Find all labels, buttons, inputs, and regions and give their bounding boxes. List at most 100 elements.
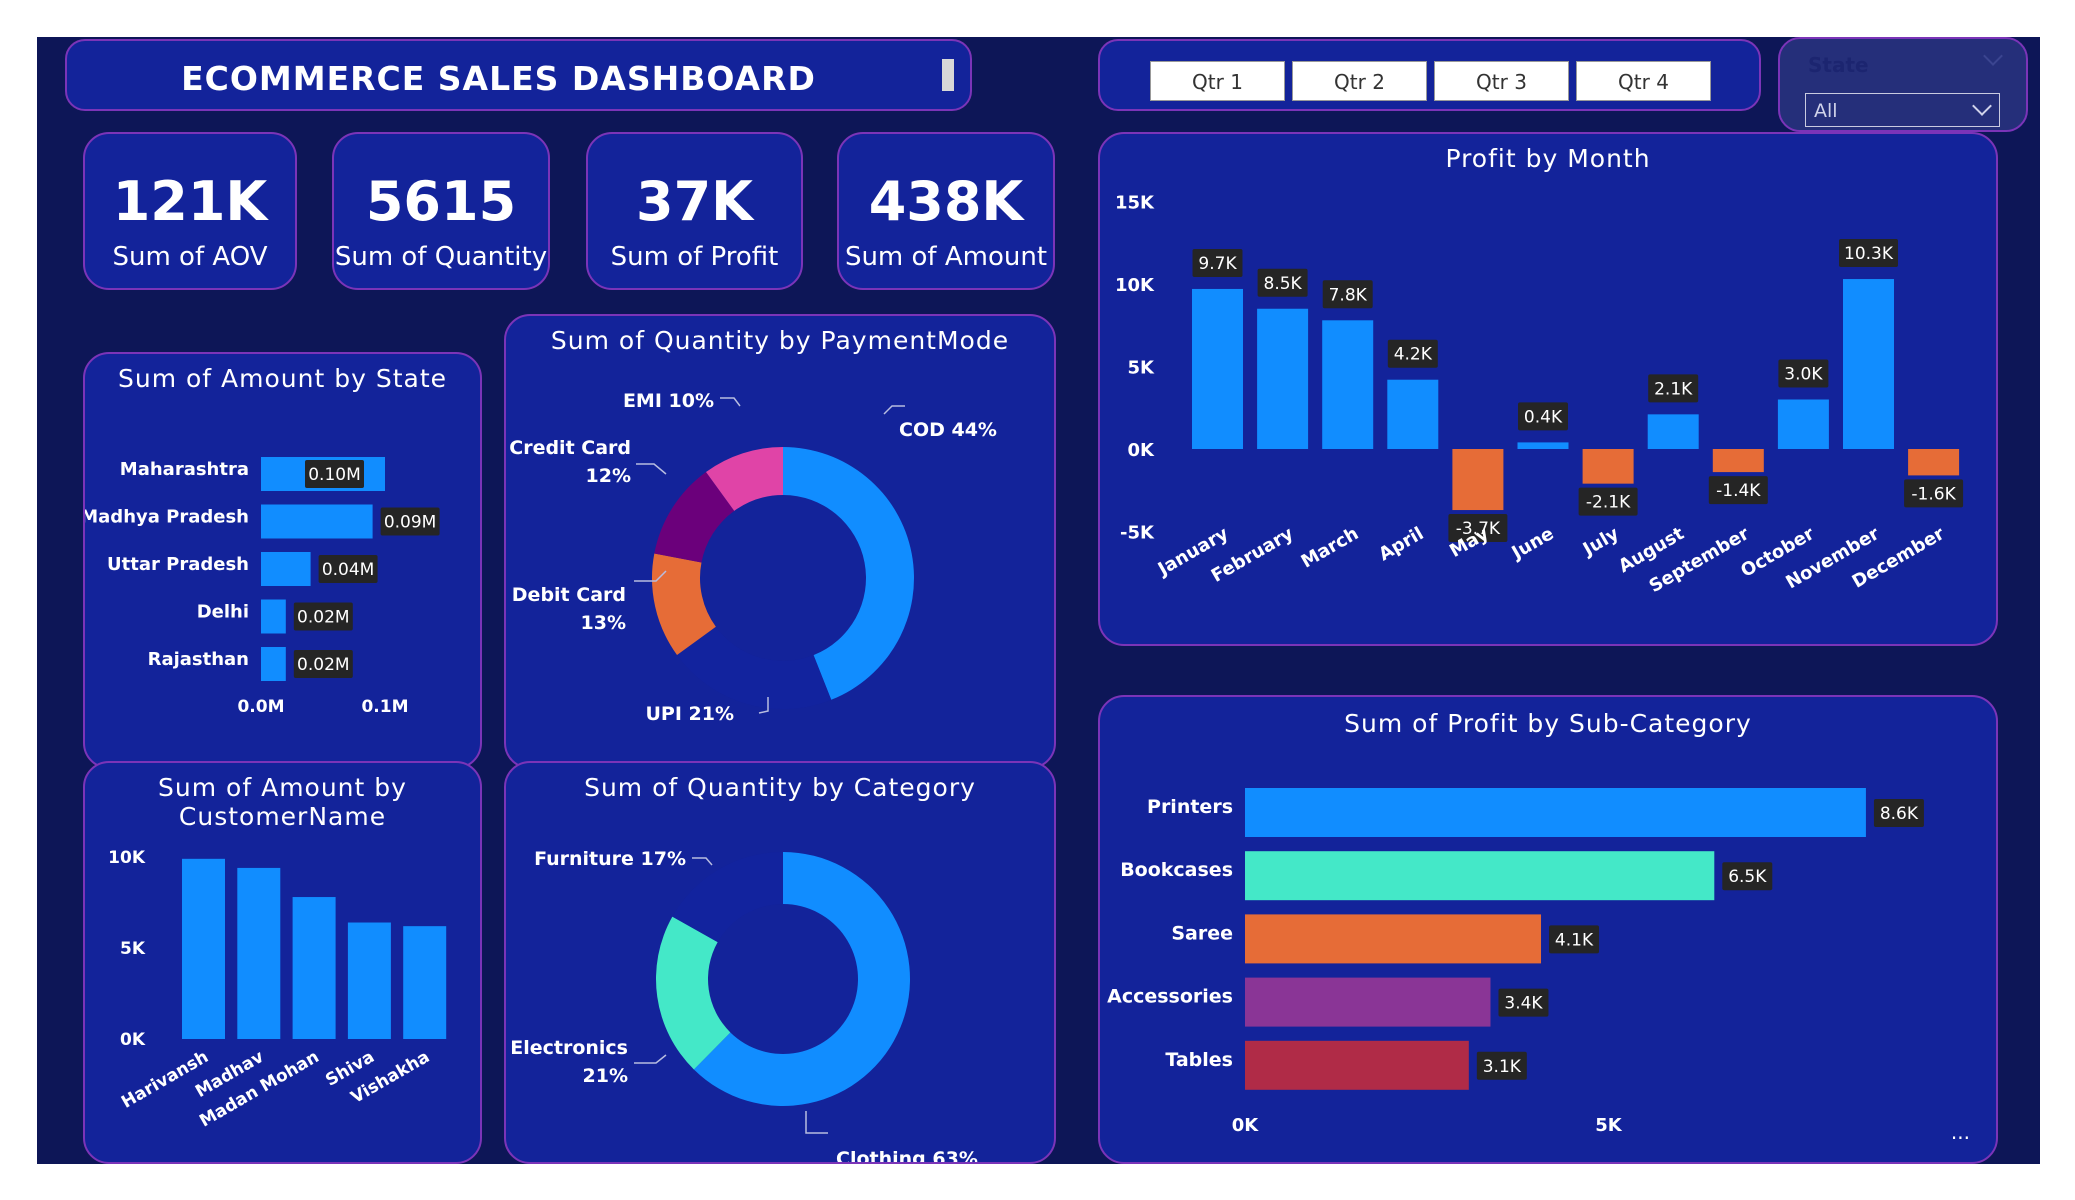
slice-label: 21% [583, 1065, 628, 1087]
category-label: Delhi [197, 602, 249, 623]
y-tick-label: 5K [120, 939, 146, 959]
y-tick-label: 10K [108, 848, 146, 868]
kpi-card-amount: 438K Sum of Amount [837, 132, 1055, 290]
quantity-by-category-card: Sum of Quantity by Category Clothing 63%… [504, 761, 1056, 1164]
amount-by-customer-chart: 10K5K0KHarivanshMadhavMadan Mohan ShivaVi… [108, 848, 447, 1131]
bar-march [1322, 320, 1374, 449]
bar [261, 552, 311, 586]
leader-line [805, 1111, 828, 1134]
bar-june [1517, 442, 1569, 449]
x-tick-label: 5K [1595, 1115, 1623, 1136]
category-label: Saree [1171, 922, 1233, 944]
slice-upi [677, 626, 832, 709]
data-label: 0.02M [297, 655, 350, 675]
data-label: 0.04M [322, 560, 375, 580]
data-label: 4.1K [1555, 930, 1594, 950]
dashboard-canvas: ECOMMERCE SALES DASHBOARD 121K Sum of AO… [37, 37, 2040, 1164]
category-label: Uttar Pradesh [107, 554, 249, 575]
leader-line [883, 405, 905, 415]
profit-by-subcategory-chart: Printers 8.6K Bookcases 6.5K Saree 4.1K Access… [1107, 788, 1924, 1136]
data-label: -1.6K [1911, 484, 1956, 504]
slice-label: EMI 10% [623, 390, 714, 412]
leader-line [720, 397, 741, 407]
data-label: 7.8K [1329, 285, 1368, 305]
state-filter-dropdown[interactable]: All [1805, 93, 2000, 127]
profit-by-subcategory-card: Sum of Profit by Sub-Category Printers 8.… [1098, 695, 1998, 1164]
bar-august [1647, 414, 1699, 449]
state-filter-collapse-icon[interactable] [1983, 46, 2003, 66]
kpi-label: Sum of Profit [610, 242, 779, 272]
state-filter-value: All [1814, 100, 1838, 122]
slice-label: 13% [581, 612, 626, 634]
y-tick-label: 15K [1115, 193, 1155, 214]
slice-label: Electronics [510, 1037, 628, 1059]
bar-harivansh [182, 858, 225, 1039]
bar-bookcases [1245, 851, 1715, 901]
bar-december [1908, 449, 1960, 476]
y-tick-label: 10K [1115, 275, 1155, 296]
kpi-value: 5615 [365, 170, 517, 233]
profit-by-month-chart: 15K10K5K0K-5K9.7KJanuary8.5KFebruary7.8K… [1115, 193, 1964, 597]
state-filter: State All [1778, 37, 2028, 132]
kpi-label: Sum of AOV [112, 242, 268, 272]
x-tick-label: April [1375, 523, 1427, 565]
y-tick-label: 0K [120, 1030, 146, 1050]
data-label: 8.6K [1880, 804, 1919, 824]
bar [261, 647, 286, 681]
bar-tables [1245, 1040, 1469, 1090]
data-label: 3.4K [1504, 994, 1543, 1014]
x-tick-label: 0.0M [237, 697, 284, 717]
kpi-value: 37K [636, 170, 753, 233]
title-bar: ECOMMERCE SALES DASHBOARD [65, 39, 972, 111]
data-label: 0.10M [308, 465, 361, 485]
chevron-down-icon [1972, 96, 1992, 116]
quarter-slicer: Qtr 1 Qtr 2 Qtr 3 Qtr 4 [1098, 39, 1761, 111]
data-label: 0.09M [384, 513, 437, 533]
bar-july [1582, 449, 1634, 484]
x-tick-label: July [1578, 523, 1623, 561]
y-tick-label: 0K [1128, 440, 1156, 461]
data-label: 9.7K [1198, 254, 1237, 274]
x-tick-label: March [1298, 523, 1363, 572]
bar [261, 504, 373, 539]
kpi-card-profit: 37K Sum of Profit [586, 132, 803, 290]
bar-may [1452, 449, 1504, 511]
kpi-card-aov: 121K Sum of AOV [83, 132, 297, 290]
bar-october [1777, 399, 1829, 449]
bar-madhav [237, 867, 281, 1039]
more-options-button[interactable]: ... [1951, 1120, 1970, 1144]
bar-vishakha [403, 926, 447, 1039]
bar-november [1843, 279, 1894, 449]
x-tick-label: 0.1M [361, 697, 408, 717]
kpi-card-quantity: 5615 Sum of Quantity [332, 132, 550, 290]
data-label: 0.4K [1524, 407, 1563, 427]
amount-by-customer-card: Sum of Amount by CustomerName 10K 5K 0K Har… [83, 761, 482, 1164]
kpi-label: Sum of Amount [844, 242, 1048, 272]
slice-label: UPI 21% [645, 703, 734, 725]
data-label: 3.1K [1483, 1057, 1522, 1077]
category-label: Rajasthan [148, 649, 249, 670]
leader-line [636, 463, 667, 475]
quarter-button-q2[interactable]: Qtr 2 [1292, 61, 1427, 101]
bar-february [1257, 308, 1309, 449]
kpi-label: Sum of Quantity [334, 242, 548, 272]
data-label: -1.4K [1716, 481, 1761, 501]
title-scroll-handle[interactable] [942, 59, 954, 91]
quarter-button-q1[interactable]: Qtr 1 [1150, 61, 1285, 101]
data-label: 4.2K [1394, 345, 1433, 365]
quarter-button-q3[interactable]: Qtr 3 [1434, 61, 1569, 101]
bar-madan-mohan [292, 897, 336, 1039]
bar-printers [1245, 788, 1866, 837]
slice-label: Furniture 17% [534, 848, 686, 870]
quarter-button-q4[interactable]: Qtr 4 [1576, 61, 1711, 101]
leader-line [634, 1054, 667, 1064]
amount-by-state-card: Sum of Amount by State Maharashtra 0.10M M… [83, 352, 482, 769]
slice-label: Clothing 63% [836, 1148, 978, 1162]
state-filter-label: State [1808, 53, 1869, 77]
category-label: Printers [1147, 796, 1233, 818]
slice-label: Credit Card [509, 437, 631, 459]
category-label: Bookcases [1120, 859, 1233, 881]
kpi-value: 121K [112, 170, 268, 233]
data-label: 2.1K [1654, 379, 1693, 399]
leader-line [692, 857, 713, 866]
